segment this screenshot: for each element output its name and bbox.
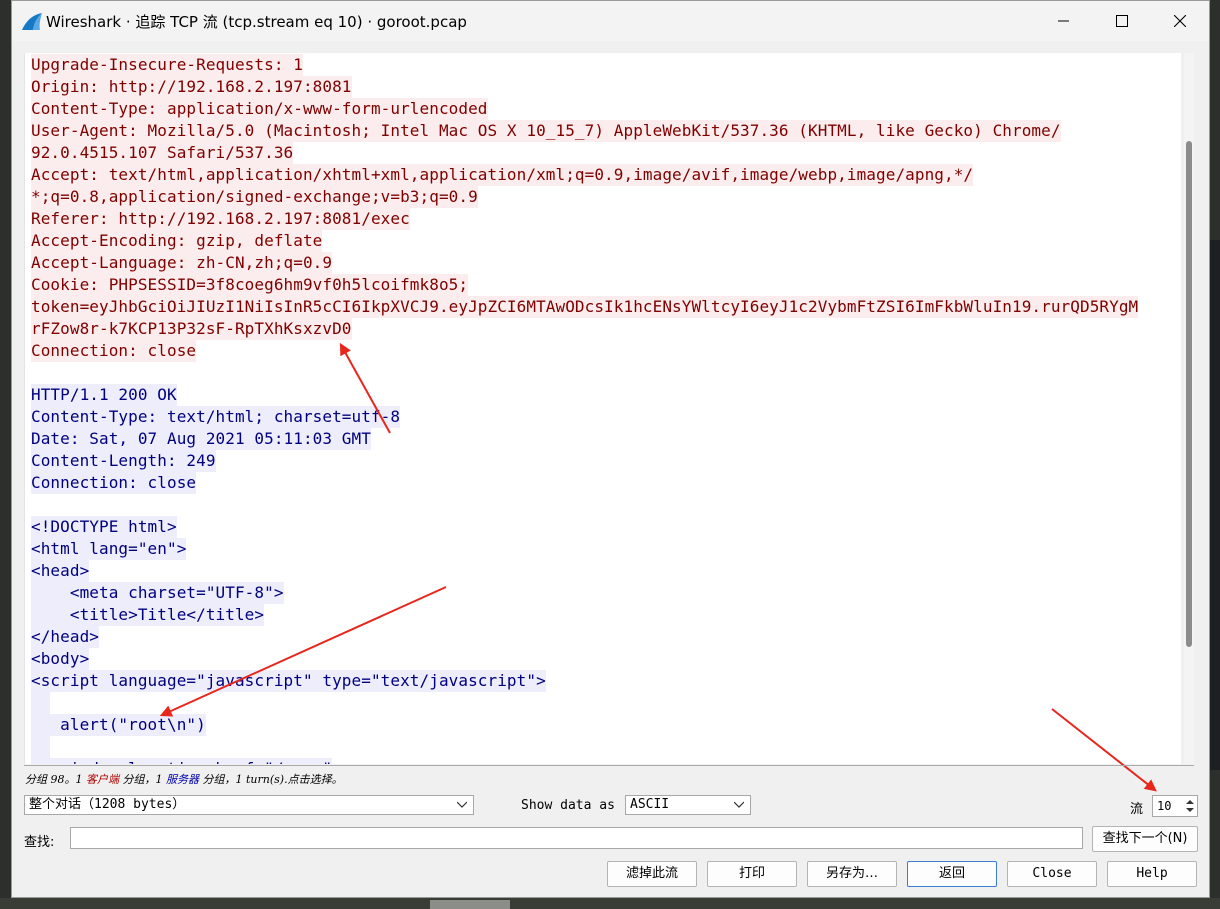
server-text-segment: Content-Length: 249 — [31, 450, 216, 472]
server-text-segment: Date: Sat, 07 Aug 2021 05:11:03 GMT — [31, 428, 371, 450]
scrollbar-thumb[interactable] — [1186, 141, 1192, 647]
client-text-segment: 92.0.4515.107 Safari/537.36 — [31, 142, 294, 164]
client-text-segment: User-Agent: Mozilla/5.0 (Macintosh; Inte… — [31, 120, 1061, 142]
vertical-scrollbar[interactable] — [1184, 53, 1194, 764]
stream-number-spinbox[interactable]: 10 — [1152, 795, 1198, 817]
client-text-segment: *;q=0.8,application/signed-exchange;v=b3… — [31, 186, 478, 208]
status-prefix: 分组 98。1 — [25, 773, 86, 786]
server-text-segment: Content-Type: text/html; charset=utf-8 — [31, 406, 401, 428]
show-data-as-label: Show data as — [521, 798, 615, 813]
close-icon — [1174, 15, 1186, 27]
server-text-segment: window.location.href="/exec" — [31, 758, 333, 764]
wireshark-fin-icon — [22, 13, 42, 30]
conversation-select-value: 整个对话（1208 bytes） — [29, 797, 186, 812]
server-text-segment: alert("root\n") — [31, 714, 206, 736]
client-text-segment: rFZow8r-k7KCP13P32sF-RpTXhKsxzvD0 — [31, 318, 352, 340]
server-text-segment — [31, 736, 51, 758]
server-text-segment: <title>Title</title> — [31, 604, 265, 626]
client-text-segment: Connection: close — [31, 340, 197, 362]
print-button[interactable]: 打印 — [707, 861, 797, 887]
status-client-label: 客户端 — [86, 773, 119, 786]
stream-content-view[interactable]: Upgrade-Insecure-Requests: 1 Origin: http… — [24, 53, 1181, 764]
taskbar-strip — [430, 900, 510, 909]
close-window-button[interactable] — [1151, 1, 1209, 41]
desktop-background-bottom — [0, 898, 1220, 909]
find-label: 查找: — [24, 835, 55, 850]
server-text-segment: <html lang="en"> — [31, 538, 187, 560]
show-data-as-value: ASCII — [630, 797, 670, 812]
spin-arrows-icon[interactable] — [1184, 797, 1196, 815]
chevron-down-icon — [734, 801, 744, 808]
minimize-button[interactable] — [1035, 1, 1093, 41]
help-button[interactable]: Help — [1107, 861, 1197, 887]
back-button[interactable]: 返回 — [907, 861, 997, 887]
stream-number-value: 10 — [1157, 799, 1172, 813]
server-text-segment: </head> — [31, 626, 99, 648]
server-text-segment: Connection: close — [31, 472, 197, 494]
server-text-segment: <!DOCTYPE html> — [31, 516, 177, 538]
save-as-button[interactable]: 另存为… — [807, 861, 897, 887]
content-separator — [24, 765, 1194, 766]
server-text-segment: <script language="javascript" type="text… — [31, 670, 546, 692]
client-text-segment: Referer: http://192.168.2.197:8081/exec — [31, 208, 410, 230]
window-title: Wireshark · 追踪 TCP 流 (tcp.stream eq 10) … — [46, 13, 467, 31]
client-text-segment: Origin: http://192.168.2.197:8081 — [31, 76, 352, 98]
stream-status-text: 分组 98。1 客户端 分组，1 服务器 分组，1 turn(s).点击选择。 — [25, 771, 343, 787]
minimize-icon — [1058, 20, 1069, 22]
client-text-segment: Accept-Encoding: gzip, deflate — [31, 230, 323, 252]
chevron-down-icon — [457, 801, 467, 808]
close-button[interactable]: Close — [1007, 861, 1097, 887]
show-data-as-select[interactable]: ASCII — [625, 795, 751, 815]
status-suffix: 分组，1 turn(s).点击选择。 — [199, 773, 343, 786]
client-text-segment: Cookie: PHPSESSID=3f8coeg6hm9vf0h5lcoifm… — [31, 274, 469, 296]
find-input[interactable] — [70, 827, 1083, 849]
title-bar[interactable]: Wireshark · 追踪 TCP 流 (tcp.stream eq 10) … — [12, 1, 1209, 41]
server-text-segment: HTTP/1.1 200 OK — [31, 384, 177, 406]
stream-label: 流 — [1130, 802, 1144, 817]
client-text-segment: Accept: text/html,application/xhtml+xml,… — [31, 164, 974, 186]
server-text-segment — [31, 692, 51, 714]
status-server-label: 服务器 — [166, 773, 199, 786]
server-text-segment: <meta charset="UTF-8"> — [31, 582, 284, 604]
status-middle: 分组，1 — [119, 773, 166, 786]
find-next-button[interactable]: 查找下一个(N) — [1092, 826, 1198, 852]
desktop-background-right — [1210, 240, 1220, 770]
server-text-segment: <body> — [31, 648, 90, 670]
follow-tcp-stream-window: Wireshark · 追踪 TCP 流 (tcp.stream eq 10) … — [11, 0, 1210, 898]
maximize-icon — [1116, 15, 1128, 27]
conversation-select[interactable]: 整个对话（1208 bytes） — [24, 795, 474, 815]
client-text-segment: token=eyJhbGciOiJIUzI1NiIsInR5cCI6IkpXVC… — [31, 296, 1139, 318]
maximize-button[interactable] — [1093, 1, 1151, 41]
client-text-segment: Content-Type: application/x-www-form-url… — [31, 98, 488, 120]
server-text-segment: <head> — [31, 560, 90, 582]
client-text-segment: Upgrade-Insecure-Requests: 1 — [31, 54, 303, 76]
filter-out-stream-button[interactable]: 滤掉此流 — [607, 861, 697, 887]
client-text-segment: Accept-Language: zh-CN,zh;q=0.9 — [31, 252, 333, 274]
